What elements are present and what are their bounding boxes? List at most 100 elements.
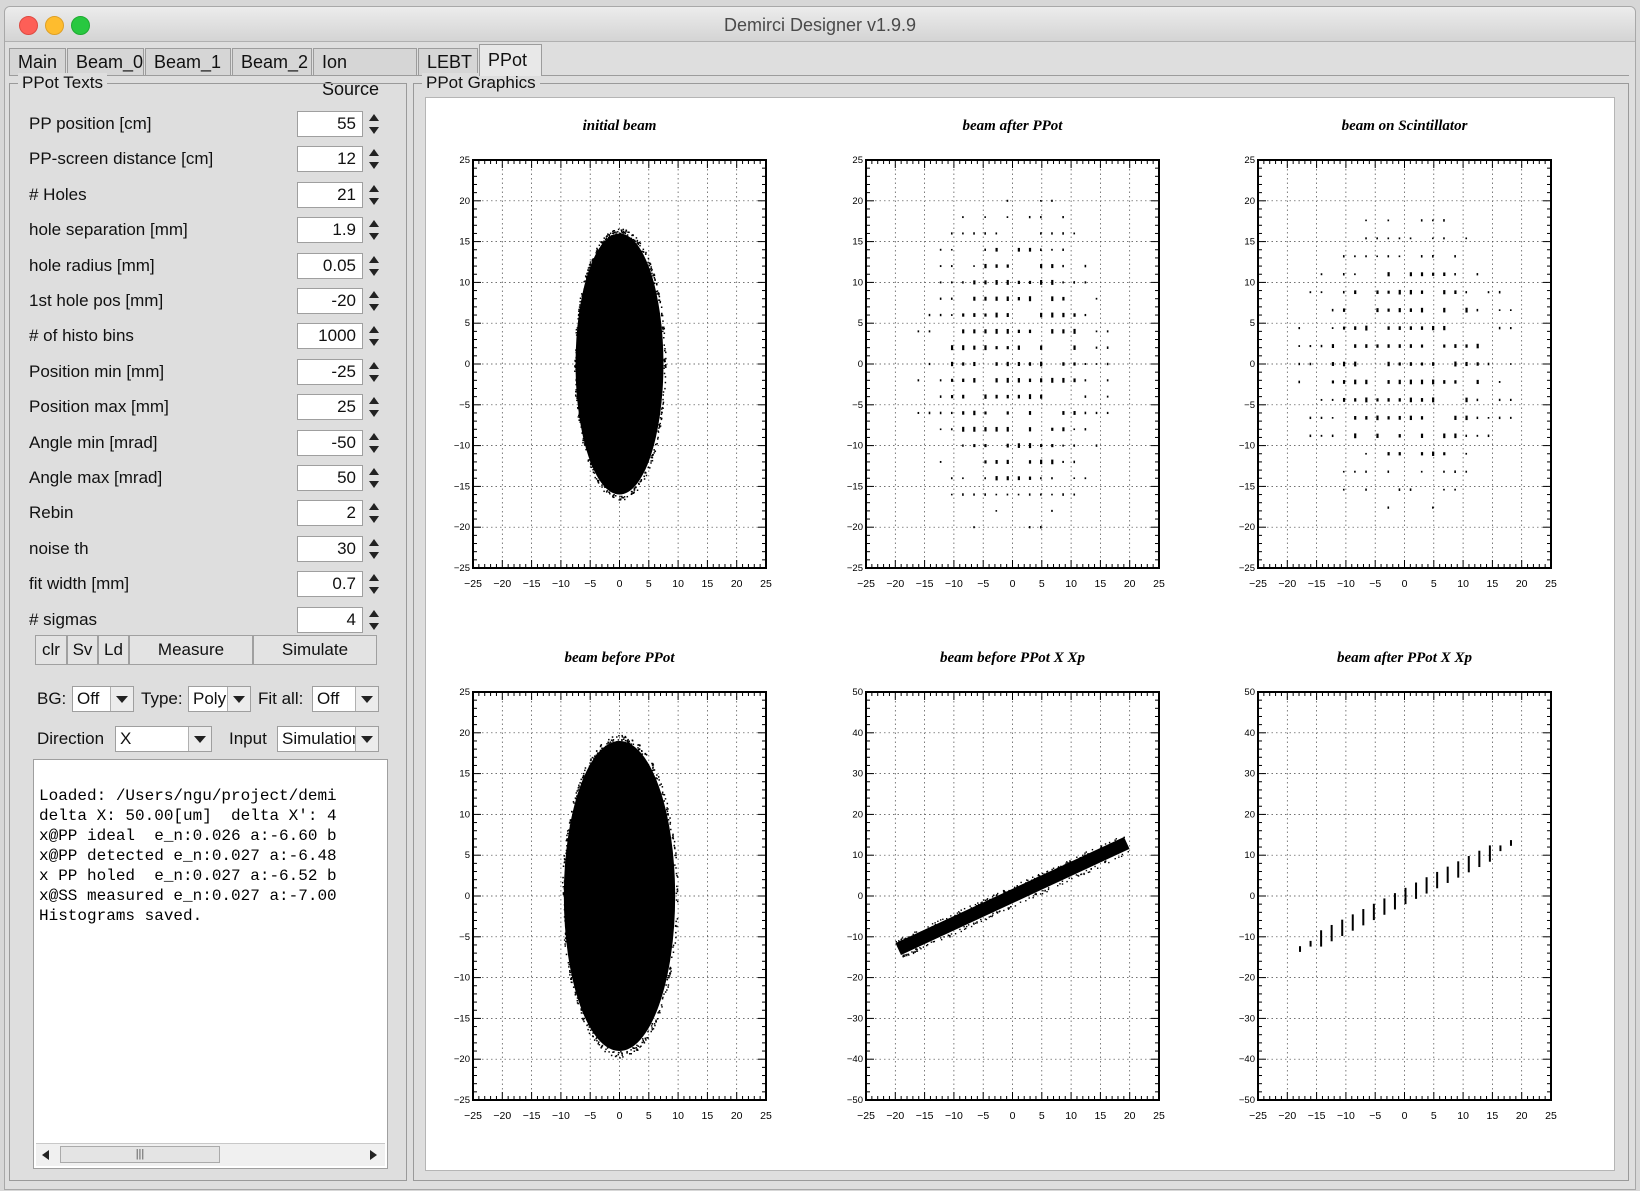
param-value-field[interactable]: 2	[297, 500, 363, 527]
data-point	[575, 349, 577, 351]
param-spinbox[interactable]: 4	[297, 606, 385, 633]
spin-up-icon[interactable]	[365, 288, 383, 301]
spin-down-icon[interactable]	[365, 584, 383, 597]
spin-down-icon[interactable]	[365, 372, 383, 385]
param-value-field[interactable]: 1.9	[297, 217, 363, 244]
data-point	[1028, 526, 1031, 529]
data-point	[1031, 876, 1034, 878]
param-spinbox[interactable]: 0.05	[297, 252, 385, 279]
param-value-field[interactable]: 50	[297, 465, 363, 491]
scroll-right-icon[interactable]	[370, 1150, 377, 1160]
spin-down-icon[interactable]	[365, 230, 383, 243]
spin-down-icon[interactable]	[365, 513, 383, 526]
data-point	[644, 472, 646, 474]
param-spinbox[interactable]: -50	[297, 429, 385, 456]
spin-up-icon[interactable]	[365, 146, 383, 159]
param-spinbox[interactable]: -20	[297, 288, 385, 314]
spin-down-icon[interactable]	[365, 336, 383, 349]
param-value-field[interactable]: 0.7	[297, 571, 363, 598]
param-spinbox[interactable]: 50	[297, 465, 385, 491]
spin-up-icon[interactable]	[365, 465, 383, 478]
save-button[interactable]: Sv	[67, 635, 98, 665]
data-point	[1005, 891, 1007, 893]
clr-button[interactable]: clr	[35, 635, 67, 665]
load-button[interactable]: Ld	[98, 635, 129, 665]
param-value-field[interactable]: 0.05	[297, 252, 363, 279]
log-horizontal-scrollbar[interactable]: |||	[36, 1143, 385, 1166]
spin-up-icon[interactable]	[365, 111, 383, 124]
param-spinbox[interactable]: 55	[297, 111, 385, 137]
param-spinbox[interactable]: 1.9	[297, 217, 385, 244]
data-point	[960, 930, 962, 933]
spin-down-icon[interactable]	[365, 478, 383, 491]
log-output[interactable]: Loaded: /Users/ngu/project/demi delta X: …	[33, 759, 388, 1169]
type-select[interactable]: Poly	[188, 686, 251, 712]
spin-up-icon[interactable]	[365, 571, 383, 584]
log-line: x@PP ideal e_n:0.026 a:-6.60 b	[39, 827, 337, 845]
param-spinbox[interactable]: 21	[297, 181, 385, 208]
data-point	[989, 898, 991, 901]
param-value-field[interactable]: 21	[297, 181, 363, 208]
param-value-field[interactable]: 55	[297, 111, 363, 137]
param-spinbox[interactable]: 1000	[297, 323, 385, 350]
fit-all-select[interactable]: Off	[312, 686, 379, 712]
data-point	[1084, 379, 1087, 382]
tab-lebt[interactable]: LEBT	[418, 48, 478, 75]
tab-beam-0[interactable]: Beam_0	[67, 48, 144, 75]
tab-beam-2[interactable]: Beam_2	[232, 48, 312, 75]
tab-main[interactable]: Main	[9, 48, 66, 75]
spin-down-icon[interactable]	[365, 407, 383, 420]
spin-up-icon[interactable]	[365, 253, 383, 266]
input-select[interactable]: Simulation	[277, 726, 379, 752]
param-spinbox[interactable]: 30	[297, 535, 385, 562]
param-value-field[interactable]: 25	[297, 394, 363, 421]
spin-up-icon[interactable]	[365, 217, 383, 230]
param-value-field[interactable]: 4	[297, 606, 363, 633]
param-value-field[interactable]: -25	[297, 358, 363, 385]
param-spinbox[interactable]: -25	[297, 358, 385, 385]
spin-down-icon[interactable]	[365, 620, 383, 633]
spin-down-icon[interactable]	[365, 124, 383, 137]
data-point	[660, 413, 663, 415]
data-point	[644, 752, 647, 755]
param-value-field[interactable]: -50	[297, 429, 363, 456]
spin-up-icon[interactable]	[365, 359, 383, 372]
measure-button[interactable]: Measure	[129, 635, 253, 665]
param-value-field[interactable]: 12	[297, 146, 363, 173]
spin-down-icon[interactable]	[365, 443, 383, 456]
plot-canvas[interactable]: initial beam −25 −20 −15 −10 −5 0 5 10 15 20 25 25 20…	[425, 97, 1615, 1171]
spin-up-icon[interactable]	[365, 430, 383, 443]
tab-ion-source[interactable]: Ion Source	[313, 48, 417, 99]
tab-beam-1[interactable]: Beam_1	[145, 48, 231, 75]
spin-down-icon[interactable]	[365, 266, 383, 279]
spin-up-icon[interactable]	[365, 182, 383, 195]
scroll-left-icon[interactable]	[42, 1150, 49, 1160]
param-value-field[interactable]: -20	[297, 288, 363, 314]
spin-up-icon[interactable]	[365, 536, 383, 549]
data-point	[1073, 232, 1076, 235]
spin-down-icon[interactable]	[365, 195, 383, 208]
scrollbar-thumb[interactable]: |||	[60, 1146, 220, 1163]
spin-up-icon[interactable]	[365, 500, 383, 513]
data-point	[565, 953, 568, 956]
param-spinbox[interactable]: 12	[297, 146, 385, 173]
spin-down-icon[interactable]	[365, 301, 383, 314]
data-point	[1040, 312, 1043, 318]
tab-ppot[interactable]: PPot	[479, 44, 542, 76]
simulate-button[interactable]: Simulate	[253, 635, 377, 665]
data-point	[660, 783, 662, 785]
bg-select[interactable]: Off	[72, 686, 134, 712]
spin-up-icon[interactable]	[365, 394, 383, 407]
param-spinbox[interactable]: 2	[297, 500, 385, 527]
data-point	[1354, 470, 1356, 473]
spin-up-icon[interactable]	[365, 323, 383, 336]
spin-up-icon[interactable]	[365, 607, 383, 620]
param-value-field[interactable]: 1000	[297, 323, 363, 350]
data-point	[665, 808, 668, 811]
param-spinbox[interactable]: 0.7	[297, 571, 385, 598]
spin-down-icon[interactable]	[365, 159, 383, 172]
param-spinbox[interactable]: 25	[297, 394, 385, 421]
spin-down-icon[interactable]	[365, 549, 383, 562]
direction-select[interactable]: X	[115, 726, 212, 752]
param-value-field[interactable]: 30	[297, 535, 363, 562]
